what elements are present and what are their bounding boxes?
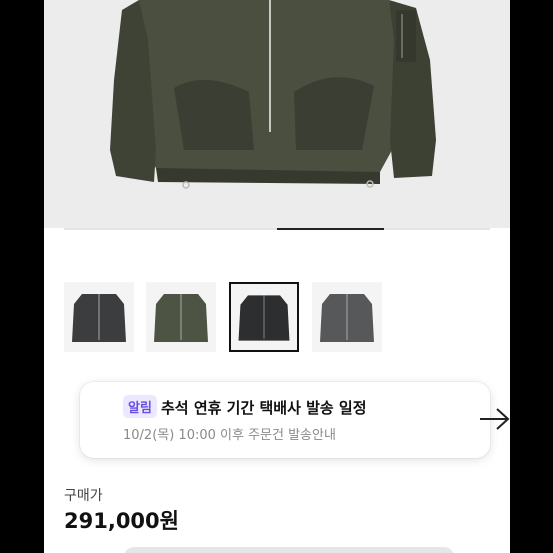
notice-subtitle: 10/2(목) 10:00 이후 주문건 발송안내 <box>123 428 336 443</box>
image-progress-track <box>64 228 490 230</box>
thumbnail-4[interactable] <box>312 282 382 352</box>
jacket-thumbnail-image <box>64 282 134 352</box>
holiday-shipping-notice[interactable]: 알림 추석 연휴 기간 택배사 발송 일정 10/2(목) 10:00 이후 주… <box>80 382 510 458</box>
price-label: 구매가 <box>64 488 103 504</box>
jacket-thumbnail-image <box>146 282 216 352</box>
thumbnail-strip <box>64 282 424 354</box>
jacket-thumbnail-image <box>312 282 382 352</box>
thumbnail-2[interactable] <box>146 282 216 352</box>
bottom-action-bar[interactable] <box>124 547 454 553</box>
jacket-thumbnail-image <box>231 284 297 350</box>
jacket-image <box>44 0 510 228</box>
product-main-image[interactable] <box>44 0 510 228</box>
arrow-right-icon[interactable] <box>478 406 510 432</box>
product-page: 알림 추석 연휴 기간 택배사 발송 일정 10/2(목) 10:00 이후 주… <box>44 0 510 553</box>
notice-title: 추석 연휴 기간 택배사 발송 일정 <box>161 399 367 417</box>
thumbnail-1[interactable] <box>64 282 134 352</box>
thumbnail-3-selected[interactable] <box>229 282 299 352</box>
image-progress-indicator <box>277 228 384 230</box>
price-value: 291,000원 <box>64 509 179 533</box>
notice-badge: 알림 <box>123 395 157 418</box>
